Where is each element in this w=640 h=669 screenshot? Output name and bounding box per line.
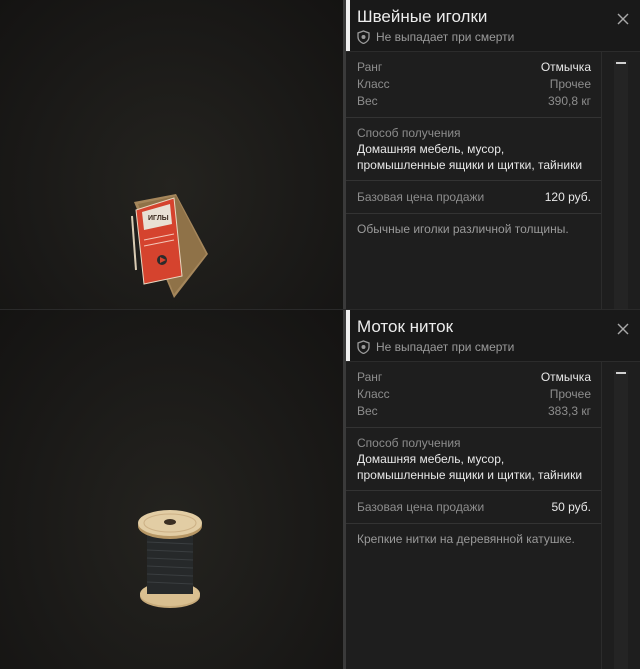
shield-icon [357,340,370,354]
close-icon[interactable] [616,322,630,336]
drop-note-text: Не выпадает при смерти [376,30,515,44]
item-details: Ранг Отмычка Класс Прочее Вес 383,3 кг С… [346,362,602,554]
stat-label: Класс [357,387,390,401]
stat-row-rank: Ранг Отмычка [357,369,591,386]
drop-note-text: Не выпадает при смерти [376,340,515,354]
source-label: Способ получения [357,436,461,450]
stat-label: Вес [357,404,378,418]
shield-icon [357,30,370,44]
price-label: Базовая цена продажи [357,500,485,514]
drop-note: Не выпадает при смерти [357,30,514,44]
header-accent [346,310,350,361]
stat-label: Вес [357,94,378,108]
price-label: Базовая цена продажи [357,190,485,204]
thread-spool-icon [138,510,202,608]
scrollbar-track[interactable] [614,370,628,669]
stat-label: Ранг [357,60,383,74]
stat-label: Ранг [357,370,383,384]
item-card-needles: ИГЛЫ Швейные иголки Не выпадает при смер… [0,0,640,309]
item-details: Ранг Отмычка Класс Прочее Вес 390,8 кг С… [346,52,602,244]
price-section: Базовая цена продажи 50 руб. [346,491,602,524]
scrollbar[interactable] [601,52,640,309]
close-icon[interactable] [616,12,630,26]
drop-note: Не выпадает при смерти [357,340,514,354]
source-value: Домашняя мебель, мусор, промышленные ящи… [357,452,583,482]
header-accent [346,0,350,51]
item-info-panel: Швейные иголки Не выпадает при смерти Ра… [346,0,640,309]
package-label: ИГЛЫ [148,215,169,222]
item-title: Швейные иголки [357,7,488,26]
stat-value: Отмычка [540,60,591,74]
item-info-panel: Моток ниток Не выпадает при смерти Ранг … [346,310,640,669]
stat-value: Прочее [549,77,591,91]
stat-label: Класс [357,77,390,91]
stat-row-rank: Ранг Отмычка [357,59,591,76]
stat-value: Прочее [549,387,591,401]
source-section: Способ получения Домашняя мебель, мусор,… [346,118,602,181]
item-description: Крепкие нитки на деревянной катушке. [357,532,575,546]
item-description: Обычные иголки различной толщины. [357,222,569,236]
item-title: Моток ниток [357,317,454,336]
source-section: Способ получения Домашняя мебель, мусор,… [346,428,602,491]
scrollbar-track[interactable] [614,60,628,309]
scrollbar[interactable] [601,362,640,669]
source-value: Домашняя мебель, мусор, промышленные ящи… [357,142,583,172]
needles-package-icon: ИГЛЫ [131,194,208,298]
source-label: Способ получения [357,126,461,140]
item-preview [0,310,343,669]
stat-row-class: Класс Прочее [357,76,591,93]
price-value: 120 руб. [544,190,591,204]
stat-value: 390,8 кг [548,94,591,108]
price-section: Базовая цена продажи 120 руб. [346,181,602,214]
price-value: 50 руб. [551,500,591,514]
item-header: Швейные иголки Не выпадает при смерти [346,0,640,52]
stat-value: Отмычка [540,370,591,384]
stat-value: 383,3 кг [548,404,591,418]
item-header: Моток ниток Не выпадает при смерти [346,310,640,362]
scrollbar-thumb[interactable] [616,372,626,374]
item-preview: ИГЛЫ [0,0,343,309]
stat-row-weight: Вес 390,8 кг [357,93,591,110]
stats-section: Ранг Отмычка Класс Прочее Вес 383,3 кг [346,362,602,428]
item-card-thread: Моток ниток Не выпадает при смерти Ранг … [0,310,640,669]
stats-section: Ранг Отмычка Класс Прочее Вес 390,8 кг [346,52,602,118]
scrollbar-thumb[interactable] [616,62,626,64]
stat-row-class: Класс Прочее [357,386,591,403]
stat-row-weight: Вес 383,3 кг [357,403,591,420]
